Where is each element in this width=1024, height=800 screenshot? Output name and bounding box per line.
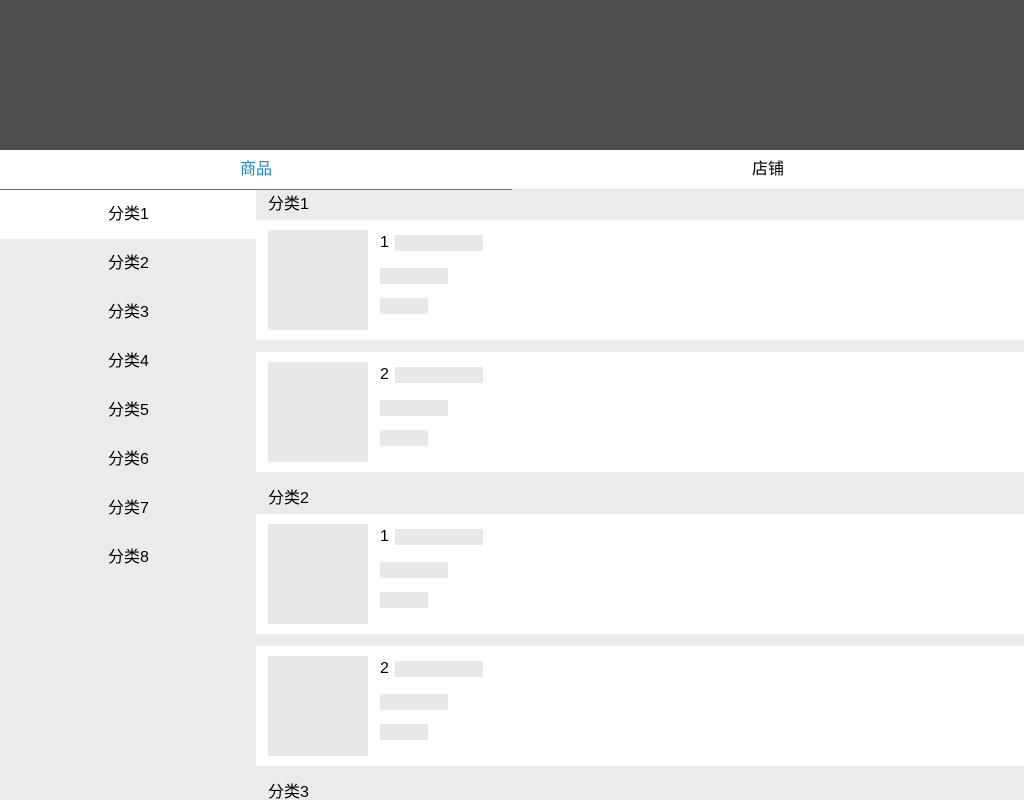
section-header: 分类3 <box>256 778 1024 800</box>
item-title-skeleton <box>395 367 483 383</box>
sidebar-item-category-1[interactable]: 分类1 <box>0 190 256 239</box>
content[interactable]: 分类1 1 2 分类2 <box>256 190 1024 800</box>
header-banner <box>0 0 1024 150</box>
item-thumbnail <box>268 524 368 624</box>
item-line-skeleton <box>380 268 448 284</box>
item-index: 2 <box>380 660 389 678</box>
item-line-skeleton <box>380 430 428 446</box>
sidebar-item-category-8[interactable]: 分类8 <box>0 533 256 582</box>
list-item[interactable]: 2 <box>256 646 1024 766</box>
sidebar-item-category-2[interactable]: 分类2 <box>0 239 256 288</box>
sidebar-item-category-6[interactable]: 分类6 <box>0 435 256 484</box>
sidebar-item-category-4[interactable]: 分类4 <box>0 337 256 386</box>
item-index: 2 <box>380 366 389 384</box>
item-index: 1 <box>380 528 389 546</box>
body: 分类1 分类2 分类3 分类4 分类5 分类6 分类7 分类8 分类1 1 <box>0 190 1024 800</box>
item-line-skeleton <box>380 298 428 314</box>
item-thumbnail <box>268 230 368 330</box>
sidebar-item-category-3[interactable]: 分类3 <box>0 288 256 337</box>
section-header: 分类2 <box>256 484 1024 514</box>
item-info: 2 <box>380 362 483 446</box>
sidebar-item-category-5[interactable]: 分类5 <box>0 386 256 435</box>
sidebar: 分类1 分类2 分类3 分类4 分类5 分类6 分类7 分类8 <box>0 190 256 800</box>
item-info: 1 <box>380 524 483 608</box>
list-item[interactable]: 1 <box>256 220 1024 340</box>
item-line-skeleton <box>380 592 428 608</box>
item-line-skeleton <box>380 400 448 416</box>
tab-products[interactable]: 商品 <box>0 150 512 189</box>
sidebar-item-category-7[interactable]: 分类7 <box>0 484 256 533</box>
item-thumbnail <box>268 656 368 756</box>
item-line-skeleton <box>380 724 428 740</box>
item-line-skeleton <box>380 694 448 710</box>
item-title-skeleton <box>395 661 483 677</box>
item-title-skeleton <box>395 235 483 251</box>
list-item[interactable]: 1 <box>256 514 1024 634</box>
item-info: 1 <box>380 230 483 314</box>
item-info: 2 <box>380 656 483 740</box>
list-item[interactable]: 2 <box>256 352 1024 472</box>
item-line-skeleton <box>380 562 448 578</box>
item-thumbnail <box>268 362 368 462</box>
tab-shops[interactable]: 店铺 <box>512 150 1024 189</box>
item-index: 1 <box>380 234 389 252</box>
section-header: 分类1 <box>256 190 1024 220</box>
tabs: 商品 店铺 <box>0 150 1024 190</box>
item-title-skeleton <box>395 529 483 545</box>
